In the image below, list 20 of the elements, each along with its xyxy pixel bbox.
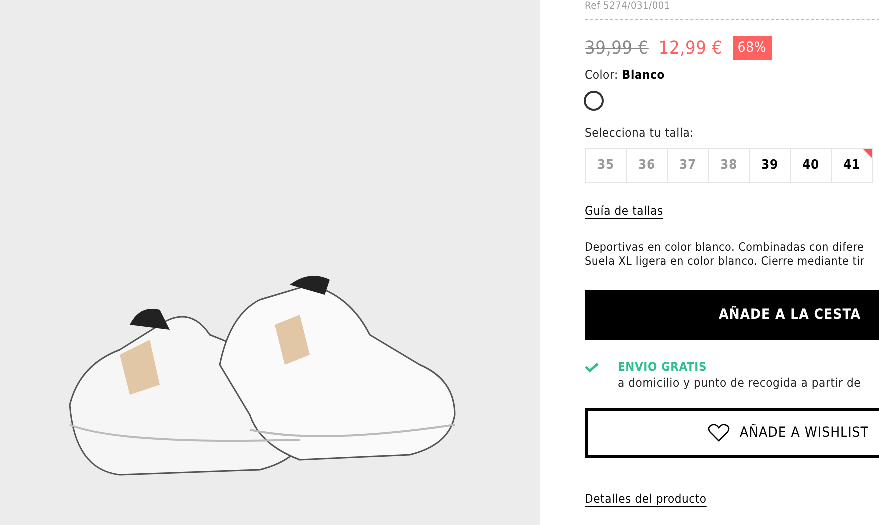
add-to-cart-button[interactable]: AÑADE A LA CESTA xyxy=(585,290,879,340)
original-price: 39,99 € xyxy=(585,38,649,58)
color-label: Color: xyxy=(585,68,618,82)
wishlist-button[interactable]: AÑADE A WISHLIST xyxy=(585,408,879,458)
size-option[interactable]: 39 xyxy=(750,148,791,183)
heart-icon xyxy=(708,424,730,442)
size-option[interactable]: 40 xyxy=(791,148,832,183)
size-option[interactable]: 41 xyxy=(832,148,873,183)
product-description: Deportivas en color blanco. Combinadas con difere Suela XL ligera en color blanco. Cierre mediante tir xyxy=(585,240,865,268)
color-swatch[interactable] xyxy=(585,92,603,110)
discount-badge: 68% xyxy=(732,36,772,60)
size-guide-link[interactable]: Guía de tallas xyxy=(585,204,664,218)
check-icon xyxy=(585,363,599,373)
shipping-info: a domicilio y punto de recogida a partir de xyxy=(618,376,862,390)
sale-price: 12,99 € xyxy=(658,38,723,58)
free-shipping-title: ENVIO GRATIS xyxy=(618,360,708,374)
product-reference: Ref 5274/031/001 xyxy=(585,1,670,13)
size-label: Selecciona tu talla: xyxy=(585,126,694,140)
color-value: Blanco xyxy=(622,68,665,82)
product-details-link[interactable]: Detalles del producto xyxy=(585,492,707,506)
